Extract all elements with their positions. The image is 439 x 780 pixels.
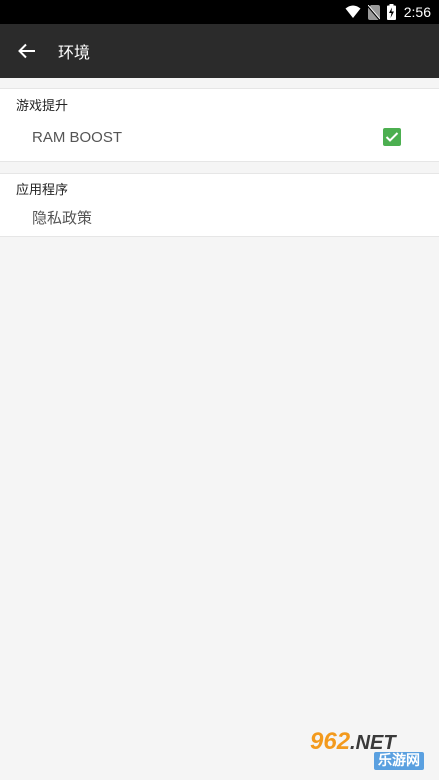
battery-charging-icon — [386, 4, 396, 20]
section-header: 应用程序 — [16, 183, 69, 198]
arrow-left-icon — [18, 43, 36, 59]
watermark-logo: 962.NET 乐游网 — [300, 728, 432, 774]
settings-section-application: 应用程序 隐私政策 — [0, 173, 439, 237]
status-time: 2:56 — [403, 4, 431, 20]
privacy-policy-preference[interactable]: 隐私政策 — [0, 200, 439, 234]
ram-boost-checkbox[interactable] — [383, 128, 401, 146]
page-title: 环境 — [58, 43, 91, 62]
back-button[interactable] — [0, 24, 54, 78]
no-sim-icon — [367, 4, 380, 20]
watermark-bottom-text: 乐游网 — [374, 752, 424, 770]
ram-boost-preference[interactable]: RAM BOOST — [0, 120, 439, 154]
status-bar: 2:56 — [0, 0, 439, 24]
toolbar: 环境 — [0, 24, 439, 78]
checkmark-icon — [385, 132, 399, 142]
settings-content: 游戏提升 RAM BOOST 应用程序 隐私政策 — [0, 78, 439, 780]
preference-label: 隐私政策 — [32, 208, 93, 227]
settings-section-game-boost: 游戏提升 RAM BOOST — [0, 88, 439, 162]
wifi-icon — [345, 5, 361, 19]
section-header: 游戏提升 — [16, 99, 69, 114]
preference-label: RAM BOOST — [32, 128, 123, 146]
